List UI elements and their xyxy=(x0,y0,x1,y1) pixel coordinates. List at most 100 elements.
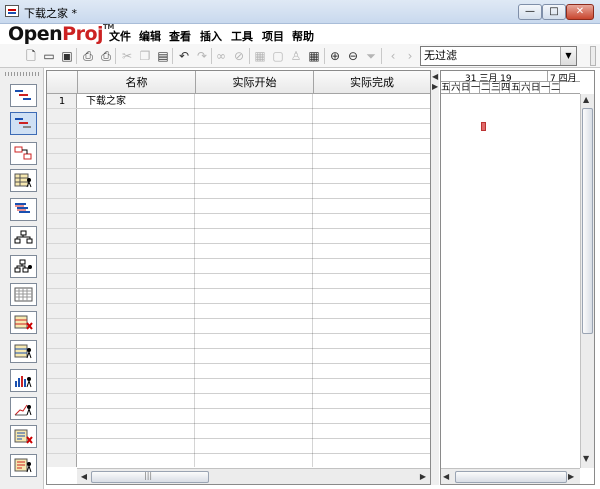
new-task-icon[interactable]: 🗋 xyxy=(22,47,40,65)
row-number: 1 xyxy=(58,96,66,107)
scroll-left-arrow-icon[interactable]: ◀ xyxy=(77,470,91,484)
zoom-out-icon[interactable]: ⊖ xyxy=(344,47,362,65)
zoom-in-icon[interactable]: ⊕ xyxy=(326,47,344,65)
toolbar-separator xyxy=(115,48,116,64)
print-preview-icon[interactable]: ⎙ xyxy=(97,47,115,65)
gantt-horizontal-scrollbar[interactable]: ◀ ▶ xyxy=(441,468,580,484)
pane-splitter[interactable]: ◀ ▶ xyxy=(431,70,439,485)
project-view-button[interactable] xyxy=(10,283,37,306)
scroll-right-arrow-icon[interactable]: ▶ xyxy=(568,472,574,481)
actual-start-cell[interactable] xyxy=(197,94,313,109)
scroll-down-arrow-icon[interactable]: ▼ xyxy=(583,454,589,463)
histogram-view-button[interactable] xyxy=(10,369,37,392)
notes-icon[interactable]: ▢ xyxy=(269,47,287,65)
scroll-left-arrow-icon[interactable]: ◀ xyxy=(443,472,449,481)
tracking-gantt-icon xyxy=(15,118,31,128)
task-tree-view-button[interactable] xyxy=(10,226,37,249)
gantt-day-header: 五 六 日 一 二 三 四 五 六 日 一 二 xyxy=(441,82,580,94)
calendar-icon[interactable]: ▦ xyxy=(305,47,323,65)
toolbar-grip[interactable] xyxy=(590,46,596,66)
day-label: 日 xyxy=(461,82,471,94)
resource-usage-icon xyxy=(14,344,32,359)
gantt-week-header: 31 三月 19 7 四月 xyxy=(441,71,580,84)
maximize-button[interactable]: □ xyxy=(542,4,566,20)
scroll-left-icon[interactable]: ‹ xyxy=(384,47,402,65)
menu-project[interactable]: 项目 xyxy=(262,28,284,44)
collapse-left-icon[interactable]: ◀ xyxy=(432,72,438,81)
sidebar-grip[interactable] xyxy=(5,72,39,76)
filter-icon[interactable]: ⏷ xyxy=(362,47,380,65)
gantt-vertical-scrollbar[interactable]: ▲ ▼ xyxy=(580,94,594,468)
task-info-icon[interactable]: ▦ xyxy=(251,47,269,65)
tracking-gantt-view-button[interactable] xyxy=(10,112,37,135)
table-horizontal-scrollbar[interactable]: ◀ ▶ xyxy=(77,468,430,484)
scrollbar-thumb[interactable] xyxy=(91,471,209,483)
gantt-chart-area[interactable] xyxy=(441,94,580,468)
scroll-right-icon[interactable]: › xyxy=(401,47,419,65)
row-number-header xyxy=(47,71,78,94)
chevron-down-icon[interactable]: ▼ xyxy=(560,47,576,65)
day-label: 二 xyxy=(481,82,491,94)
task-usage-view-button[interactable] xyxy=(10,311,37,334)
resource-sheet-view-button[interactable] xyxy=(10,169,37,192)
column-header-actual-finish[interactable]: 实际完成 xyxy=(314,71,430,94)
toolbar-separator xyxy=(172,48,173,64)
print-icon[interactable]: ⎙ xyxy=(79,47,97,65)
resource-usage-view-button[interactable] xyxy=(10,340,37,363)
collapse-right-icon[interactable]: ▶ xyxy=(432,82,438,91)
paste-icon[interactable]: ▤ xyxy=(154,47,172,65)
wbs-icon xyxy=(15,203,30,213)
unlink-icon[interactable]: ⊘ xyxy=(230,47,248,65)
task-bar-marker[interactable] xyxy=(481,122,486,131)
copy-icon[interactable]: ❐ xyxy=(136,47,154,65)
close-button[interactable]: ✕ xyxy=(566,4,594,20)
column-header-name[interactable]: 名称 xyxy=(78,71,196,94)
menu-insert[interactable]: 插入 xyxy=(200,28,222,44)
histogram-icon xyxy=(15,376,32,388)
report-view-button[interactable] xyxy=(10,425,37,448)
toolbar-separator xyxy=(249,48,250,64)
gantt-pane: 31 三月 19 7 四月 五 六 日 一 二 三 四 五 六 日 一 二 ▲ … xyxy=(440,70,595,485)
menu-help[interactable]: 帮助 xyxy=(292,28,314,44)
open-icon[interactable]: ▭ xyxy=(40,47,58,65)
scrollbar-thumb[interactable] xyxy=(582,108,593,334)
gantt-view-button[interactable] xyxy=(10,84,37,107)
menu-tools[interactable]: 工具 xyxy=(231,28,253,44)
actual-finish-cell[interactable] xyxy=(315,94,429,109)
table-header: 名称 实际开始 实际完成 xyxy=(47,71,430,94)
task-name-cell[interactable]: 下载之家 xyxy=(86,94,194,109)
menu-edit[interactable]: 编辑 xyxy=(139,28,161,44)
filter-value: 无过滤 xyxy=(424,49,457,62)
column-header-actual-start[interactable]: 实际开始 xyxy=(196,71,314,94)
task-report-view-button[interactable] xyxy=(10,454,37,477)
scrollbar-thumb[interactable] xyxy=(455,471,567,483)
menu-view[interactable]: 查看 xyxy=(169,28,191,44)
resource-tree-view-button[interactable] xyxy=(10,255,37,278)
wbs-view-button[interactable] xyxy=(10,198,37,221)
link-icon[interactable]: ∞ xyxy=(212,47,230,65)
day-label: 二 xyxy=(551,82,561,94)
tree-icon xyxy=(14,230,33,244)
minimize-button[interactable]: — xyxy=(518,4,542,20)
table-icon xyxy=(14,287,33,302)
assign-resources-icon[interactable]: ♙ xyxy=(287,47,305,65)
resource-sheet-icon xyxy=(14,173,32,188)
scroll-up-arrow-icon[interactable]: ▲ xyxy=(583,95,589,104)
day-label: 六 xyxy=(521,82,531,94)
toolbar-separator xyxy=(76,48,77,64)
day-label: 日 xyxy=(531,82,541,94)
save-icon[interactable]: ▣ xyxy=(58,47,76,65)
table-body[interactable] xyxy=(77,94,430,467)
cut-icon[interactable]: ✂ xyxy=(118,47,136,65)
chart-view-button[interactable] xyxy=(10,397,37,420)
redo-icon[interactable]: ↷ xyxy=(193,47,211,65)
undo-icon[interactable]: ↶ xyxy=(175,47,193,65)
filter-select[interactable]: 无过滤 ▼ xyxy=(420,46,577,66)
openproj-logo: OpenProjTM xyxy=(8,23,114,45)
window-title: 下载之家 * xyxy=(24,7,77,20)
menu-file[interactable]: 文件 xyxy=(109,28,131,44)
day-label: 五 xyxy=(441,82,451,94)
day-label: 六 xyxy=(451,82,461,94)
scroll-right-arrow-icon[interactable]: ▶ xyxy=(416,470,430,484)
network-view-button[interactable] xyxy=(10,142,37,165)
